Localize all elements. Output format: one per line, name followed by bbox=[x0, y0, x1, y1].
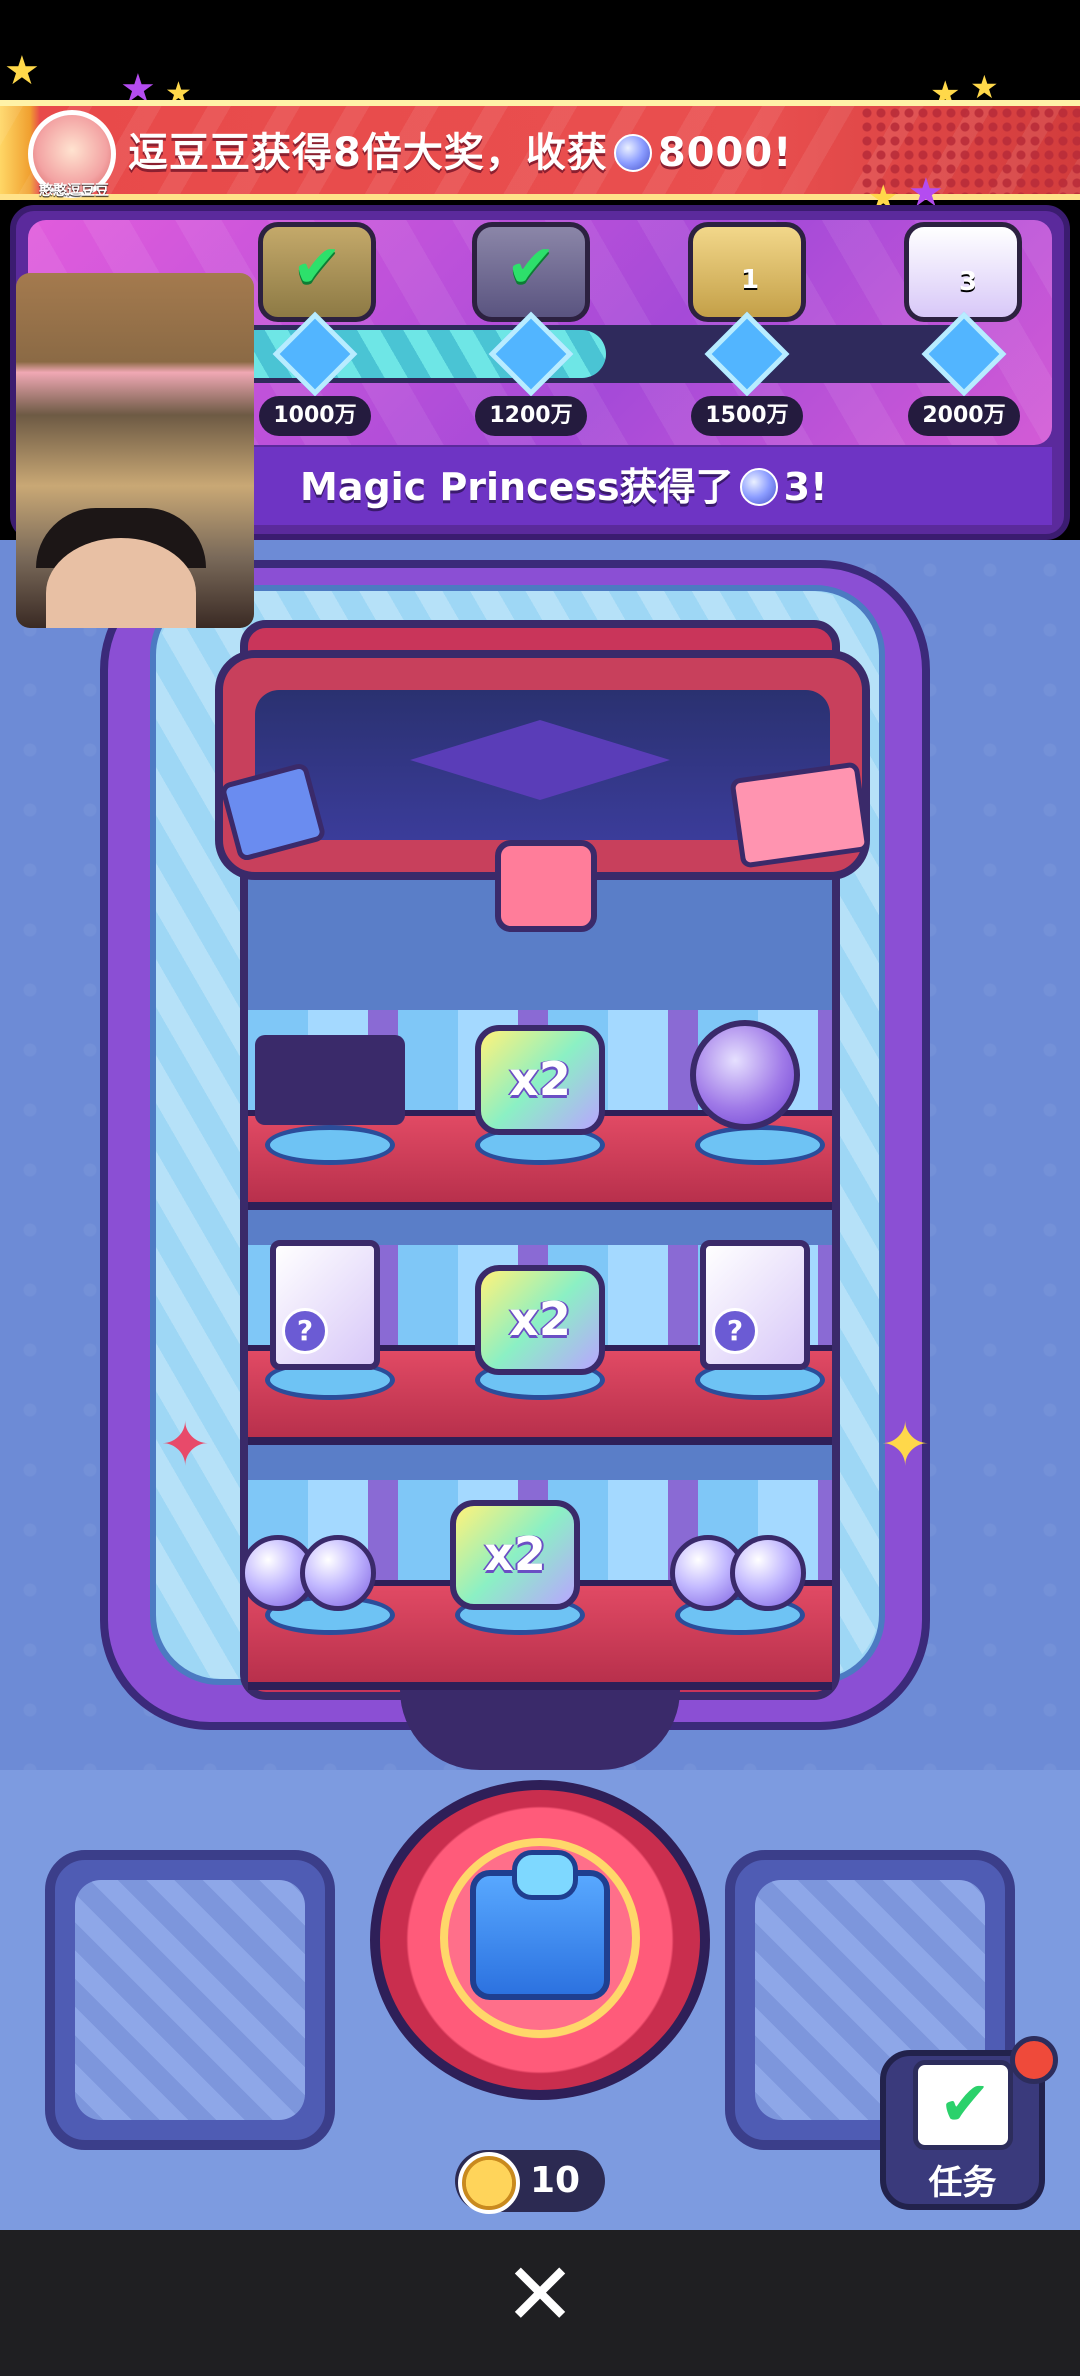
x2-multiplier-icon: x2 bbox=[475, 1025, 605, 1135]
machine-base bbox=[400, 1690, 680, 1770]
claimed-check-icon: ✔ bbox=[505, 232, 557, 302]
gem-icon bbox=[613, 134, 652, 172]
reward-count: 1 bbox=[741, 265, 760, 295]
mystery-box-icon: ? bbox=[270, 1240, 380, 1370]
check-icon: ✔ bbox=[939, 2067, 991, 2140]
x2-multiplier-icon: x2 bbox=[450, 1500, 580, 1610]
notification-dot bbox=[1010, 2036, 1058, 2084]
banner-text: 逗豆豆获得8倍大奖，收获 8000! bbox=[128, 130, 793, 176]
sticker-pack-icon bbox=[255, 1035, 405, 1125]
capsule-icon bbox=[690, 1020, 800, 1130]
coin-count: 10 bbox=[530, 2160, 581, 2201]
pedestal bbox=[695, 1125, 825, 1165]
gem-icon bbox=[739, 468, 778, 506]
milestone-label: 1200万 bbox=[475, 396, 587, 436]
coin-icon bbox=[458, 2152, 520, 2214]
close-icon[interactable]: ✕ bbox=[490, 2245, 590, 2345]
star-icon: ★ bbox=[4, 48, 40, 94]
milestone-label: 2000万 bbox=[908, 396, 1020, 436]
x2-multiplier-icon: x2 bbox=[475, 1265, 605, 1375]
task-label: 任务 bbox=[928, 2163, 997, 2203]
reward-slot-1[interactable]: ✔ bbox=[258, 222, 376, 322]
milestone-label: 1500万 bbox=[691, 396, 803, 436]
announcement-text: Magic Princess获得了 3! bbox=[300, 465, 828, 509]
reward-slot-2[interactable]: ✔ bbox=[472, 222, 590, 322]
top-black-bar bbox=[0, 0, 1080, 95]
live-video-overlay[interactable] bbox=[16, 273, 254, 628]
pedestal bbox=[265, 1125, 395, 1165]
orbs-icon bbox=[730, 1535, 806, 1611]
mystery-box-icon: ? bbox=[700, 1240, 810, 1370]
gift-bow-icon bbox=[512, 1850, 578, 1900]
reward-count: 3 bbox=[959, 267, 978, 297]
claw-icon bbox=[495, 840, 597, 932]
avatar-label: 憨憨逗豆豆 bbox=[39, 183, 109, 199]
gift-icon bbox=[729, 761, 871, 869]
milestone-label: 1000万 bbox=[259, 396, 371, 436]
left-slot bbox=[45, 1850, 335, 2150]
reward-slot-4[interactable]: 3 bbox=[904, 222, 1022, 322]
sparkle-icon: ✦ bbox=[880, 1410, 931, 1480]
orbs-icon bbox=[300, 1535, 376, 1611]
sparkle-icon: ✦ bbox=[160, 1410, 211, 1480]
claimed-check-icon: ✔ bbox=[291, 232, 343, 302]
reward-slot-3[interactable]: 1 bbox=[688, 222, 806, 322]
